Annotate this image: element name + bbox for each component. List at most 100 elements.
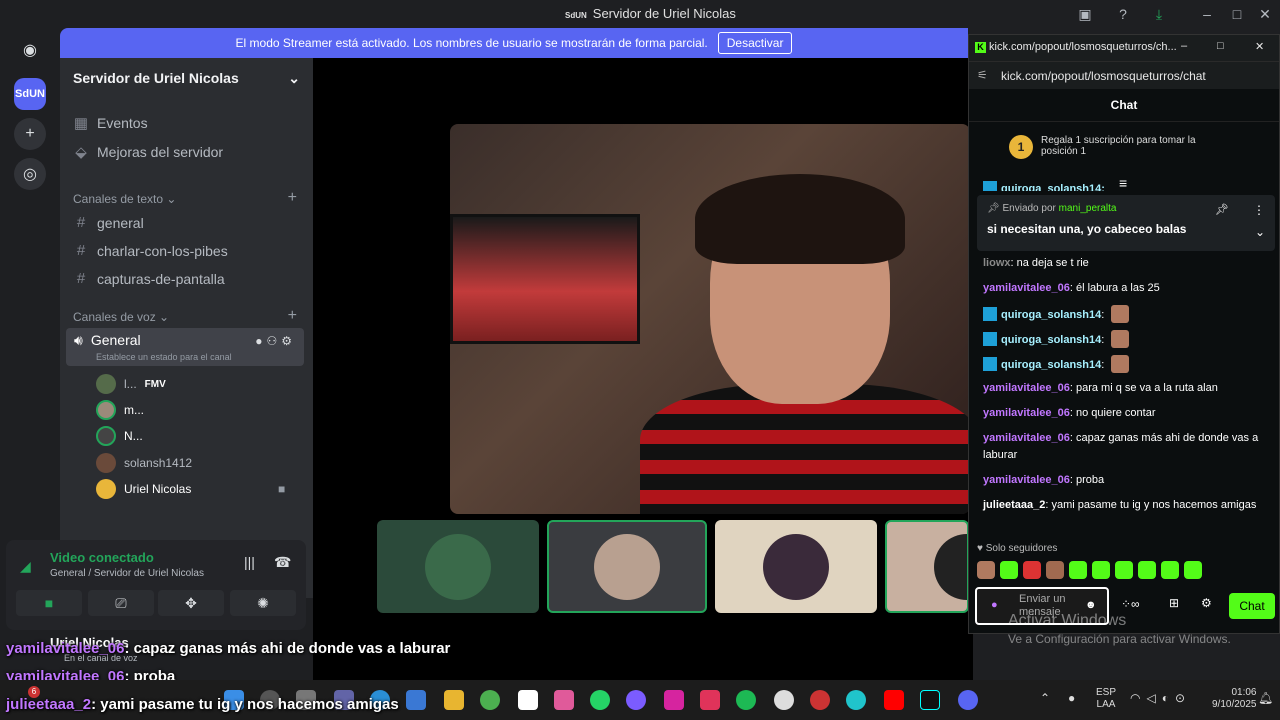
gift-leaderboard[interactable]: 1 Regala 1 suscripción para tomar la posi… [1009,135,1229,159]
voice-channel-general[interactable]: 🔊︎ General Establece un estado para el ca… [66,328,304,366]
emote-icon[interactable] [977,561,995,579]
camera-button[interactable]: ■ [16,590,82,616]
tiktok-live-icon[interactable] [700,690,720,710]
disable-streamer-button[interactable]: Desactivar [717,32,793,54]
activities-button[interactable]: ✥ [158,590,224,616]
channel-general[interactable]: # general [73,214,144,231]
disconnect-icon[interactable]: ☎ [274,554,291,571]
chat-username[interactable]: yamilavitalee_06 [983,407,1070,419]
whatsapp-icon[interactable] [590,690,610,710]
notifications-icon[interactable]: 🔔︎ [1258,691,1273,705]
maximize-icon[interactable]: □ [1217,40,1224,52]
emote-icon[interactable] [1046,561,1064,579]
chat-username[interactable]: yamilavitalee_06 [983,432,1070,444]
emote-icon[interactable] [1000,561,1018,579]
emote-icon[interactable] [1138,561,1156,579]
chat-username[interactable]: julieetaaa_2 [983,499,1045,511]
add-text-channel-icon[interactable]: + [288,189,297,207]
voice-member[interactable]: N... [96,426,143,446]
participant-tile[interactable] [715,520,877,613]
address-bar[interactable]: ⚟ kick.com/popout/losmosqueturros/chat [969,61,1279,89]
channel-capturas[interactable]: # capturas-de-pantalla [73,270,225,287]
system-tray-icons[interactable]: ◠◁◐⊙ [1130,691,1191,705]
voice-member[interactable]: m... [96,400,144,420]
voice-member[interactable]: Uriel Nicolas ■ [96,479,296,499]
emoji-icon[interactable]: ☻ [1085,599,1097,612]
channel-charlar[interactable]: # charlar-con-los-pibes [73,242,228,259]
language-indicator[interactable]: ESP LAA [1096,687,1116,711]
voice-channel-status[interactable]: Establece un estado para el canal [96,352,232,362]
voice-member[interactable]: l... FMV [96,374,166,394]
app-icon[interactable] [626,690,646,710]
emote-icon[interactable] [1069,561,1087,579]
chat-username[interactable]: quiroga_solansh14 [1001,359,1101,371]
canva-icon[interactable] [846,690,866,710]
main-video-stream[interactable] [450,124,970,514]
copilot-icon[interactable] [554,690,574,710]
soundboard-button[interactable]: ✺ [230,590,296,616]
add-server-icon[interactable]: + [14,118,46,150]
screen-share-button[interactable]: ⎚ [88,590,154,616]
participant-tile[interactable] [547,520,707,613]
spotify-icon[interactable] [736,690,756,710]
chat-username[interactable]: quiroga_solansh14 [1001,334,1101,346]
chevron-down-icon[interactable]: ⌄ [1255,225,1265,239]
capcut-icon[interactable] [518,690,538,710]
gift-icon[interactable]: ⊞ [1169,596,1179,610]
obs-icon[interactable] [810,690,830,710]
emote-icon[interactable] [1161,561,1179,579]
text-category[interactable]: Canales de texto ⌄ [73,192,176,206]
chat-username[interactable]: yamilavitalee_06 [983,382,1070,394]
discord-home-icon[interactable]: ◉ [14,34,46,66]
screen-share-icon[interactable]: ▣ [1076,5,1094,23]
download-icon[interactable]: ⤓ [1150,5,1168,23]
participant-tile[interactable] [885,520,969,613]
more-options-icon[interactable]: ⋮ [1253,203,1265,217]
close-icon[interactable]: ✕ [1256,5,1274,23]
minimize-icon[interactable]: – [1181,40,1187,52]
help-icon[interactable]: ? [1114,5,1132,23]
send-chat-button[interactable]: Chat [1229,593,1275,619]
settings-icon[interactable]: ⚙ [1201,596,1212,610]
explore-icon[interactable]: ◎ [14,158,46,190]
voice-category[interactable]: Canales de voz ⌄ [73,310,169,324]
chat-username[interactable]: quiroga_solansh14: [1001,183,1105,191]
pinned-message[interactable]: 📌︎ Enviado por mani_peralta si necesitan… [977,195,1275,251]
pinned-user[interactable]: mani_peralta [1059,203,1117,214]
chrome-icon[interactable] [480,690,500,710]
voice-status-title[interactable]: Video conectado [50,550,154,565]
store-icon[interactable] [406,690,426,710]
emote-icon[interactable] [1115,561,1133,579]
maximize-icon[interactable]: □ [1228,5,1246,23]
noise-suppression-icon[interactable]: ||| [244,554,255,570]
unpin-icon[interactable]: 📌︎ [1215,203,1229,216]
add-voice-channel-icon[interactable]: + [288,307,297,325]
server-header[interactable]: Servidor de Uriel Nicolas ⌄ [60,58,313,98]
emote-icon[interactable] [1184,561,1202,579]
minimize-icon[interactable]: – [1198,5,1216,23]
events-item[interactable]: ▦ Eventos [73,114,148,132]
boosts-item[interactable]: ⬙ Mejoras del servidor [73,143,223,161]
youtube-icon[interactable] [884,690,904,710]
chat-username[interactable]: yamilavitalee_06 [983,282,1070,294]
emote-icon[interactable] [1023,561,1041,579]
channel-actions-icon[interactable]: ●⚇⚙ [255,334,296,348]
server-icon[interactable]: SdUN [14,78,46,110]
microphone-icon[interactable]: ● [1068,691,1075,705]
participant-tile[interactable] [377,520,539,613]
instagram-icon[interactable] [664,690,684,710]
chat-username[interactable]: yamilavitalee_06 [983,474,1070,486]
chatgpt-icon[interactable] [774,690,794,710]
discord-icon[interactable] [958,690,978,710]
infinity-icon[interactable]: ⁘∞ [1121,597,1140,611]
voice-member[interactable]: solansh1412 [96,453,192,473]
chat-username[interactable]: liowx [983,257,1011,269]
clock[interactable]: 01:06 9/10/2025 [1212,687,1257,711]
site-info-icon[interactable]: ⚟ [977,68,988,82]
chat-username[interactable]: quiroga_solansh14 [1001,309,1101,321]
close-icon[interactable]: ✕ [1255,40,1264,53]
chevron-up-icon[interactable]: ⌃ [1040,691,1050,705]
emote-icon[interactable] [1092,561,1110,579]
file-explorer-icon[interactable] [444,690,464,710]
tiktok-icon[interactable] [920,690,940,710]
